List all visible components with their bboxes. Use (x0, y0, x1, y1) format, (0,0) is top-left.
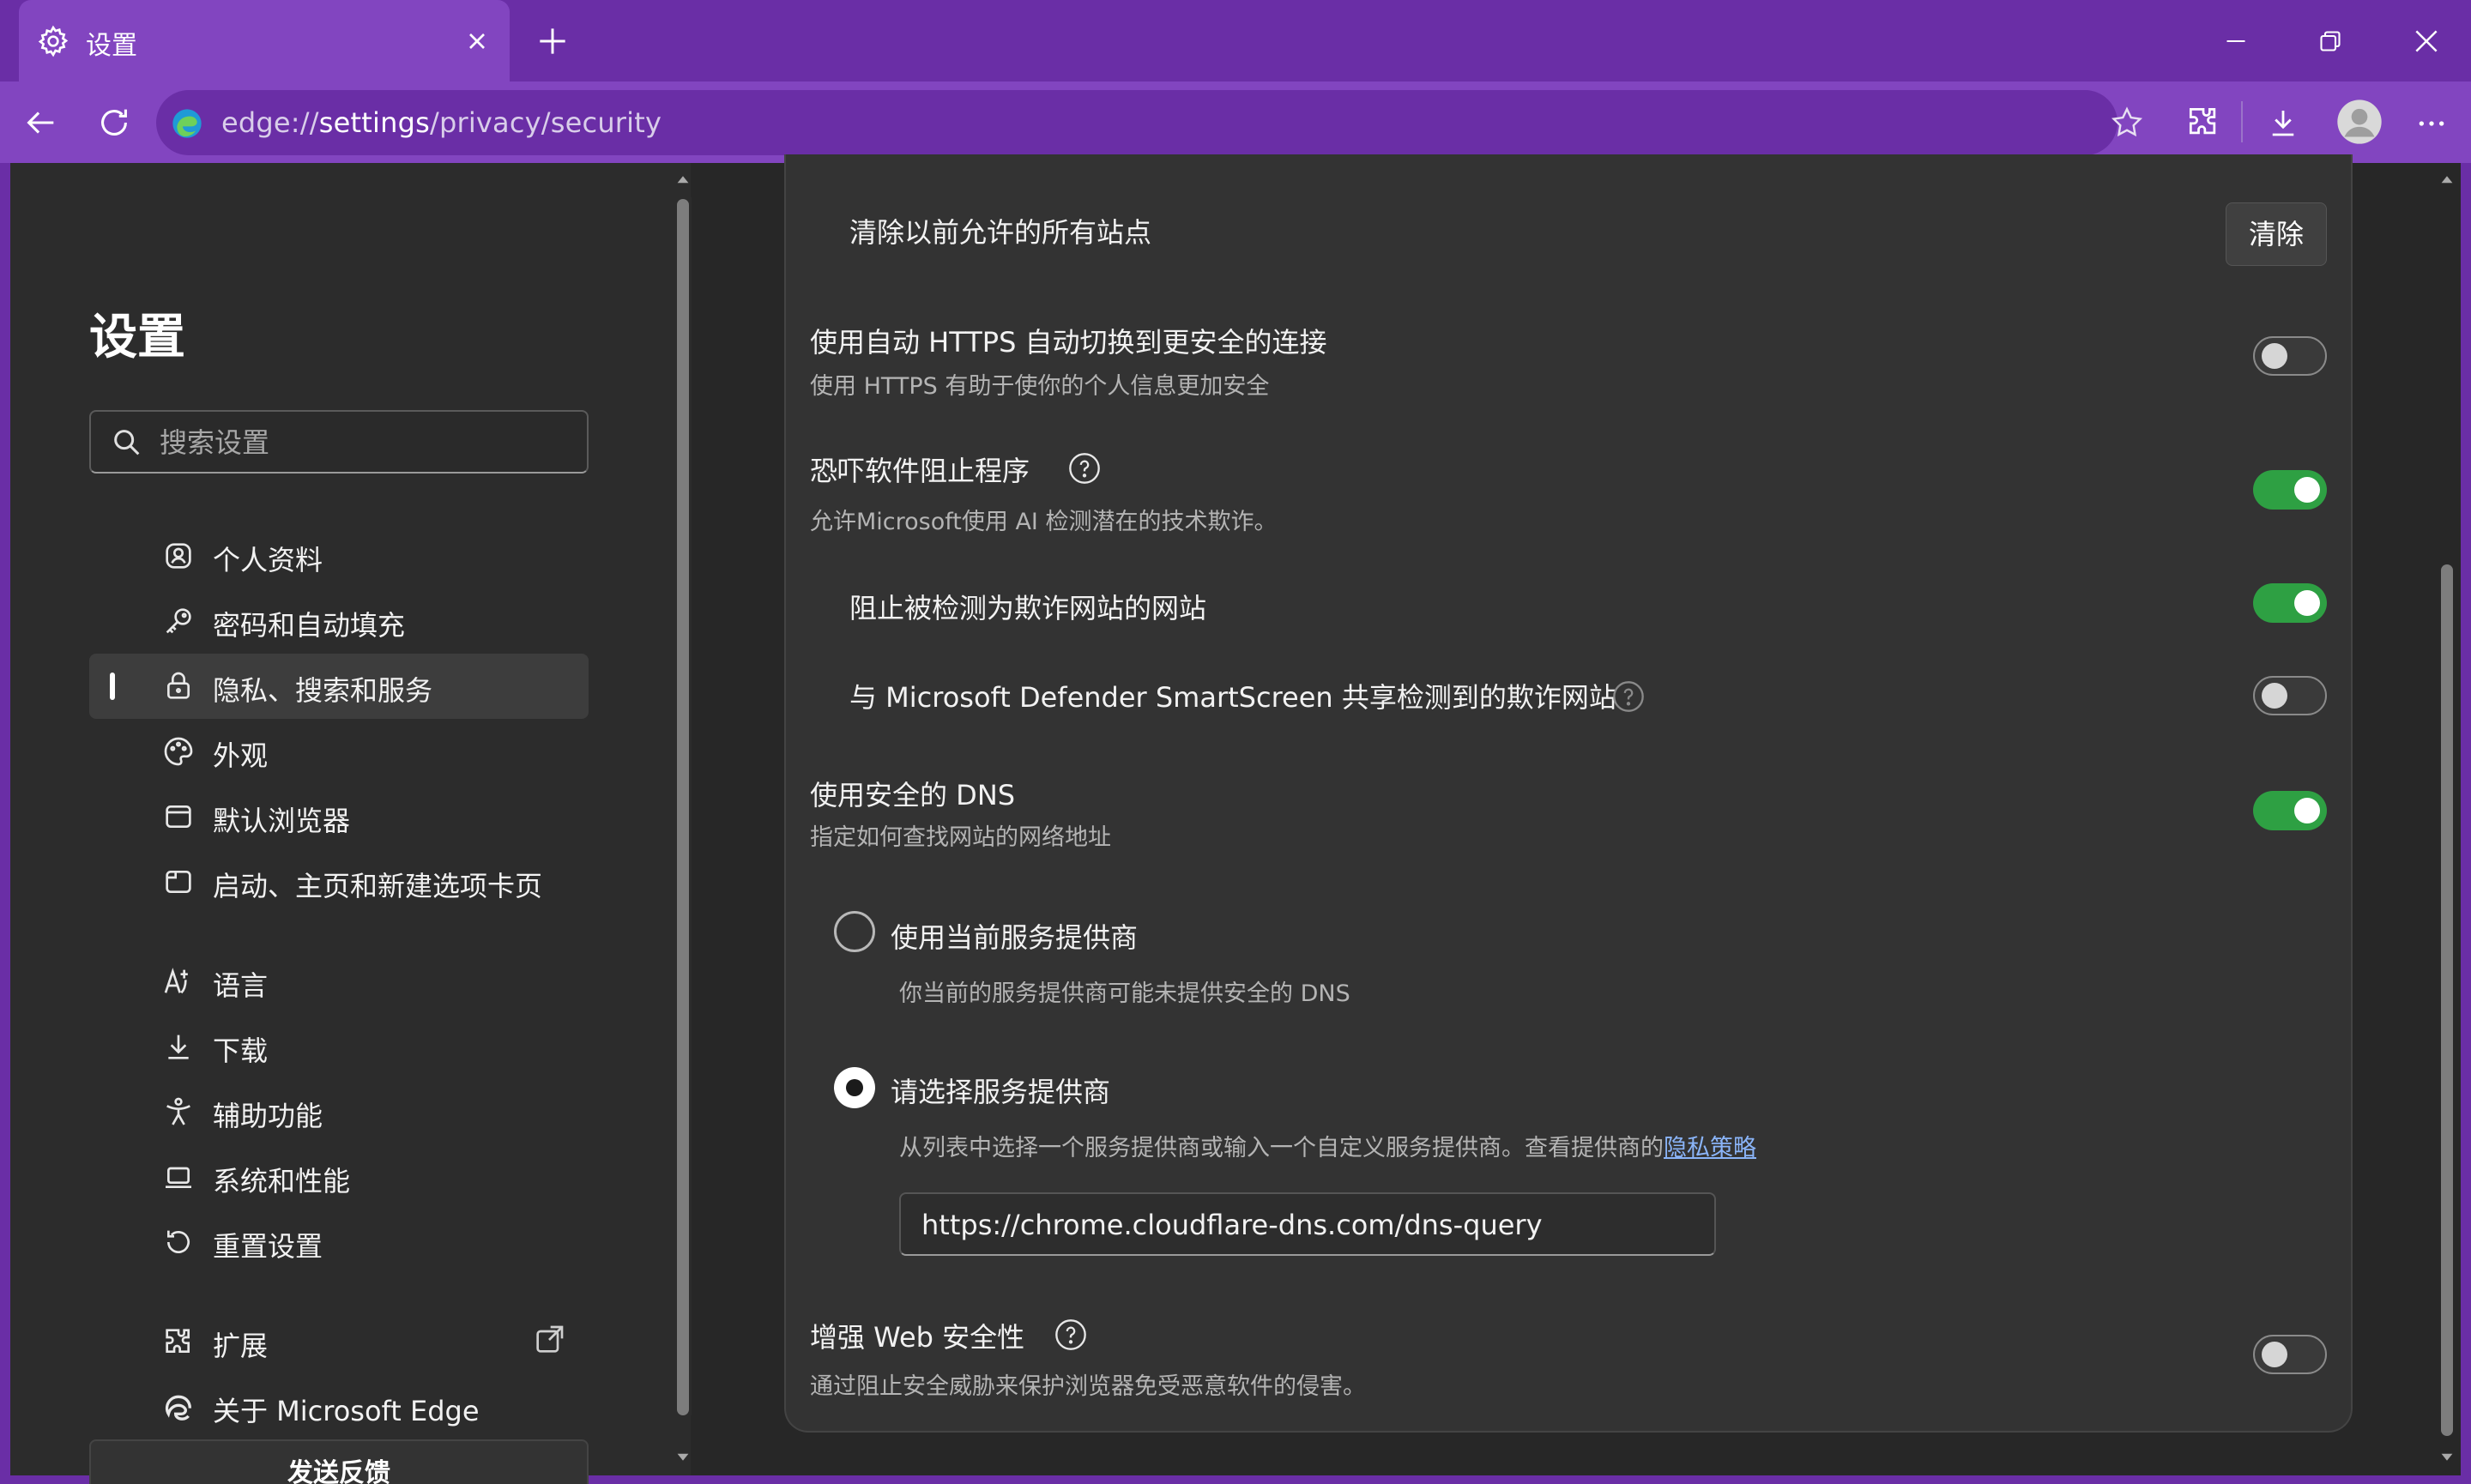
url-text[interactable]: edge://settings/privacy/security (221, 106, 662, 139)
extensions-icon (161, 1324, 196, 1359)
dns-provider-input[interactable] (921, 1204, 1694, 1246)
search-input[interactable] (160, 422, 571, 463)
page-title: 设置 (89, 310, 185, 365)
home-page-icon (161, 865, 196, 899)
sidebar-item-languages[interactable]: 语言 (89, 949, 589, 1014)
more-options-icon[interactable] (2414, 106, 2449, 141)
sidebar-item-appearance[interactable]: 外观 (89, 719, 589, 784)
language-icon (161, 964, 196, 998)
sidebar-item-reset[interactable]: 重置设置 (89, 1210, 589, 1275)
profile-icon (161, 539, 196, 573)
edge-logo-icon (161, 1390, 196, 1424)
close-window-icon[interactable] (2409, 24, 2444, 58)
radio-choose-provider[interactable] (834, 1067, 875, 1108)
choose-provider-desc: 从列表中选择一个服务提供商或输入一个自定义服务提供商。查看提供商的隐私策略 (899, 1135, 1756, 1161)
clear-button[interactable]: 清除 (2226, 202, 2327, 266)
scroll-up-arrow-icon[interactable] (676, 173, 690, 187)
enhanced-security-desc: 通过阻止安全威胁来保护浏览器免受恶意软件的侵害。 (810, 1373, 1366, 1400)
sidebar-item-about[interactable]: 关于 Microsoft Edge (89, 1374, 589, 1439)
secure-dns-toggle[interactable] (2253, 791, 2327, 830)
scareware-desc: 允许Microsoft使用 AI 检测潜在的技术欺诈。 (810, 509, 1278, 535)
sidebar-item-system[interactable]: 系统和性能 (89, 1144, 589, 1210)
sidebar-item-start-home[interactable]: 启动、主页和新建选项卡页 (89, 849, 589, 914)
privacy-policy-link[interactable]: 隐私策略 (1664, 1135, 1756, 1161)
current-provider-desc: 你当前的服务提供商可能未提供安全的 DNS (899, 980, 1350, 1007)
minimize-icon[interactable] (2220, 26, 2251, 57)
sidebar-item-default-browser[interactable]: 默认浏览器 (89, 784, 589, 849)
search-icon (110, 425, 144, 460)
reset-icon (161, 1225, 196, 1259)
current-provider-label: 使用当前服务提供商 (891, 921, 1139, 954)
sidebar-item-privacy[interactable]: 隐私、搜索和服务 (89, 654, 589, 719)
radio-current-provider[interactable] (834, 911, 875, 952)
auto-https-title: 使用自动 HTTPS 自动切换到更安全的连接 (810, 326, 1327, 359)
accessibility-icon (161, 1095, 196, 1129)
help-icon[interactable] (1054, 1318, 1088, 1352)
key-icon (161, 604, 196, 638)
profile-avatar[interactable] (2335, 98, 2383, 146)
scareware-title: 恐吓软件阻止程序 (810, 455, 1030, 487)
browser-icon (161, 799, 196, 834)
block-scam-title: 阻止被检测为欺诈网站的网站 (849, 592, 1207, 624)
secure-dns-title: 使用安全的 DNS (810, 779, 1016, 811)
downloads-icon[interactable] (2265, 105, 2301, 141)
main-scroll-down-arrow-icon[interactable] (2440, 1450, 2454, 1463)
search-settings-box[interactable] (89, 410, 589, 474)
auto-https-desc: 使用 HTTPS 有助于使你的个人信息更加安全 (810, 373, 1270, 400)
external-link-icon[interactable] (532, 1323, 566, 1357)
edge-logo-icon (170, 106, 204, 141)
main-scroll-up-arrow-icon[interactable] (2440, 173, 2454, 187)
clear-sites-label: 清除以前允许的所有站点 (849, 216, 1152, 249)
refresh-icon[interactable] (94, 103, 134, 142)
secure-dns-desc: 指定如何查找网站的网络地址 (810, 824, 1111, 851)
scareware-toggle[interactable] (2253, 470, 2327, 510)
palette-icon (161, 734, 196, 769)
auto-https-toggle[interactable] (2253, 336, 2327, 376)
back-icon[interactable] (21, 103, 60, 142)
close-tab-icon[interactable] (463, 27, 491, 55)
gear-icon (36, 24, 70, 58)
sidebar-item-downloads[interactable]: 下载 (89, 1014, 589, 1079)
sidebar-item-passwords[interactable]: 密码和自动填充 (89, 588, 589, 654)
share-smartscreen-toggle[interactable] (2253, 676, 2327, 715)
enhanced-security-title: 增强 Web 安全性 (810, 1321, 1025, 1354)
block-scam-toggle[interactable] (2253, 583, 2327, 623)
sidebar-item-accessibility[interactable]: 辅助功能 (89, 1079, 589, 1144)
favorite-star-icon[interactable] (2109, 105, 2145, 141)
send-feedback-button[interactable]: 发送反馈 (89, 1439, 589, 1484)
restore-icon[interactable] (2315, 26, 2346, 57)
extensions-icon[interactable] (2184, 103, 2222, 141)
share-smartscreen-title: 与 Microsoft Defender SmartScreen 共享检测到的欺… (849, 681, 1616, 714)
sidebar-item-profile[interactable]: 个人资料 (89, 523, 589, 588)
toolbar-divider (2241, 101, 2243, 142)
active-indicator (110, 673, 115, 700)
scroll-down-arrow-icon[interactable] (676, 1450, 690, 1463)
laptop-icon (161, 1160, 196, 1194)
new-tab-icon[interactable] (534, 22, 571, 60)
help-icon[interactable] (1067, 451, 1102, 486)
help-icon-dim[interactable] (1611, 679, 1646, 714)
tab-title: 设置 (86, 31, 137, 61)
enhanced-security-toggle[interactable] (2253, 1335, 2327, 1374)
dns-provider-field[interactable] (899, 1192, 1716, 1256)
sidebar-scrollbar-thumb[interactable] (677, 199, 689, 1415)
sidebar-item-extensions[interactable]: 扩展 (89, 1309, 589, 1374)
download-icon (161, 1029, 196, 1064)
choose-provider-label: 请选择服务提供商 (891, 1076, 1111, 1108)
main-scrollbar-thumb[interactable] (2441, 564, 2453, 1436)
lock-icon (161, 669, 196, 703)
